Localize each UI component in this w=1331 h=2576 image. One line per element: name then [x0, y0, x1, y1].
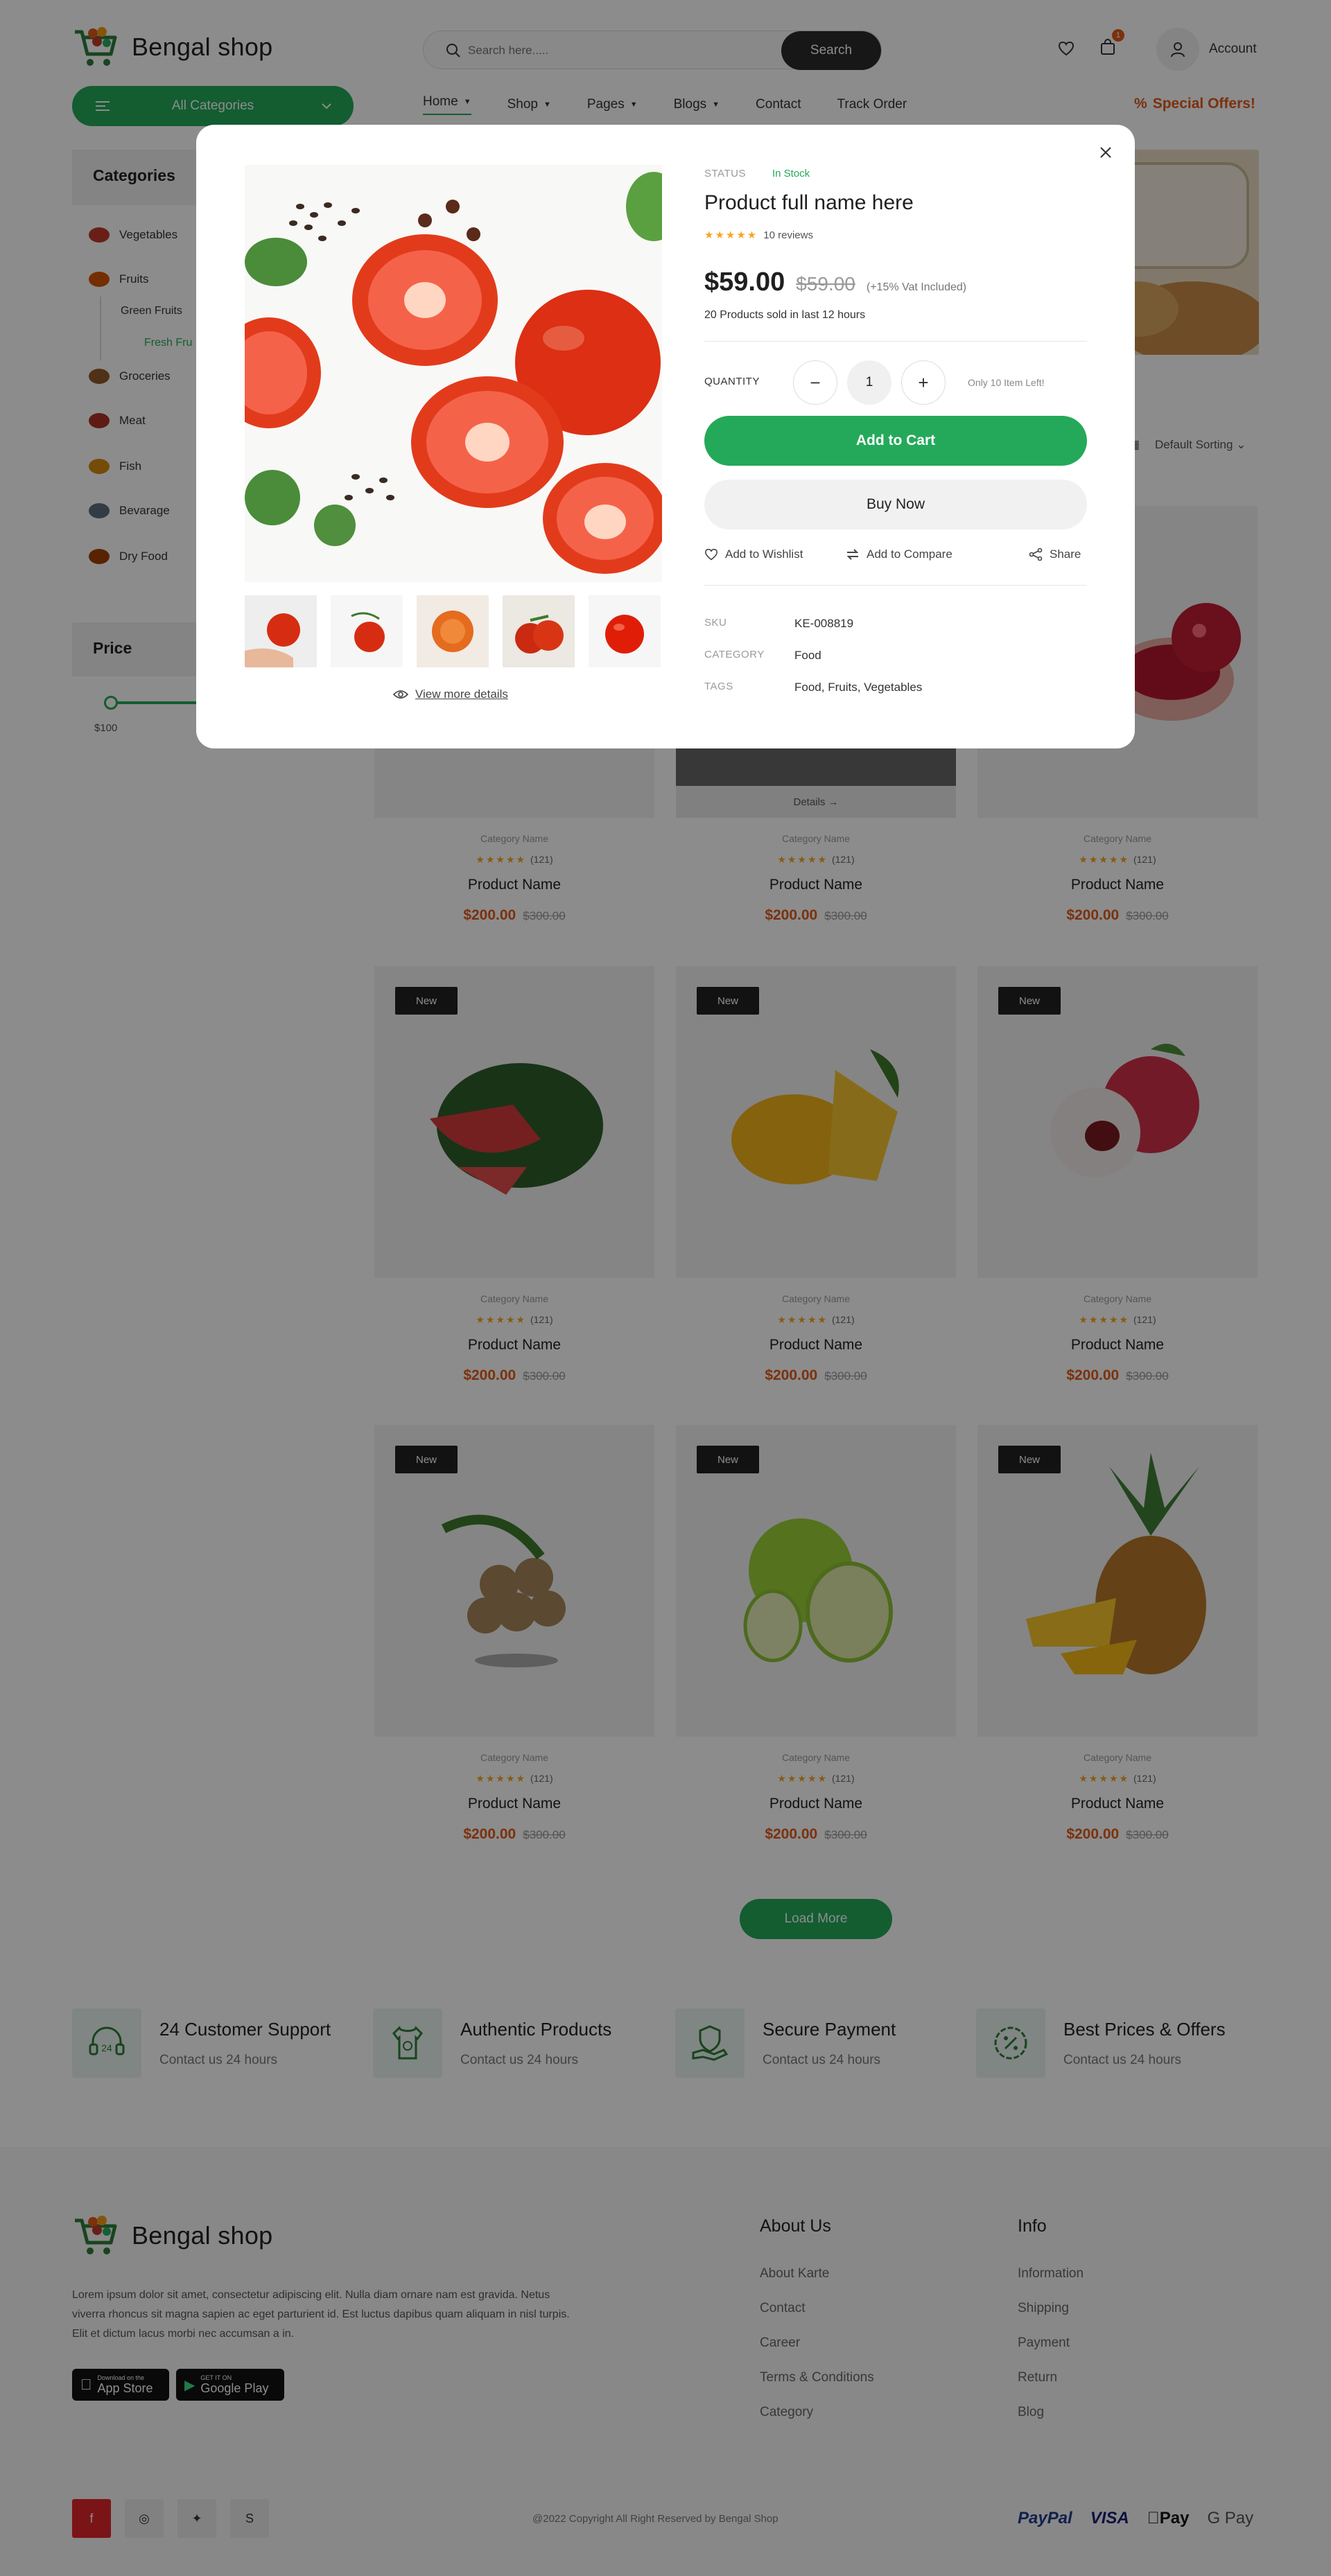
- vat-note: (+15% Vat Included): [866, 281, 967, 293]
- category-row: CATEGORY Food: [704, 649, 821, 663]
- status-value: In Stock: [772, 168, 810, 179]
- rating-stars-icon: ★★★★★: [704, 229, 758, 241]
- quantity-label: QUANTITY: [704, 376, 760, 387]
- view-more-label: View more details: [415, 687, 508, 701]
- divider: [704, 585, 1087, 586]
- stock-status: STATUS In Stock: [704, 168, 810, 179]
- sku-label: SKU: [704, 617, 727, 629]
- sold-note: 20 Products sold in last 12 hours: [704, 309, 866, 321]
- share-icon: [1029, 548, 1043, 561]
- tags-label: TAGS: [704, 681, 733, 692]
- category-label: CATEGORY: [704, 649, 765, 660]
- wishlist-label: Add to Wishlist: [725, 547, 803, 561]
- heart-icon: [704, 548, 718, 561]
- divider: [704, 341, 1087, 342]
- add-to-compare-button[interactable]: Add to Compare: [846, 547, 952, 561]
- review-count: 10 reviews: [763, 229, 813, 241]
- product-thumbnail-5[interactable]: [589, 595, 661, 667]
- quantity-value[interactable]: 1: [847, 360, 891, 405]
- product-title: Product full name here: [704, 191, 914, 214]
- old-price: $59.00: [796, 273, 855, 295]
- compare-arrows-icon: [846, 549, 859, 560]
- eye-icon: [393, 690, 408, 699]
- current-price: $59.00: [704, 268, 785, 297]
- tags-row: TAGS Food, Fruits, Vegetables: [704, 681, 922, 694]
- add-to-wishlist-button[interactable]: Add to Wishlist: [704, 547, 803, 561]
- product-rating: ★★★★★ 10 reviews: [704, 229, 813, 242]
- add-to-cart-button[interactable]: Add to Cart: [704, 416, 1087, 466]
- sku-row: SKU KE-008819: [704, 617, 853, 631]
- product-thumbnail-2[interactable]: [331, 595, 403, 667]
- share-button[interactable]: Share: [1029, 547, 1081, 561]
- product-main-image: [245, 165, 662, 582]
- view-more-details-link[interactable]: View more details: [393, 687, 508, 701]
- tags-value: Food, Fruits, Vegetables: [794, 681, 923, 694]
- close-icon[interactable]: [1092, 139, 1120, 166]
- category-value: Food: [794, 649, 821, 662]
- compare-label: Add to Compare: [867, 547, 952, 561]
- quick-view-modal: View more details STATUS In Stock Produc…: [196, 125, 1135, 748]
- buy-now-button[interactable]: Buy Now: [704, 480, 1087, 529]
- product-thumbnail-1[interactable]: [245, 595, 317, 667]
- share-label: Share: [1050, 547, 1081, 561]
- page: Bengal shop Search 1 Account All Categor…: [0, 0, 1331, 2576]
- product-price: $59.00 $59.00 (+15% Vat Included): [704, 268, 966, 297]
- decrease-quantity-button[interactable]: −: [793, 360, 837, 405]
- increase-quantity-button[interactable]: +: [901, 360, 946, 405]
- stock-note: Only 10 Item Left!: [968, 377, 1045, 388]
- sku-value: KE-008819: [794, 617, 854, 630]
- quantity-stepper: − 1 +: [793, 360, 946, 405]
- product-thumbnail-3[interactable]: [417, 595, 489, 667]
- product-thumbnail-4[interactable]: [503, 595, 575, 667]
- status-label: STATUS: [704, 168, 746, 179]
